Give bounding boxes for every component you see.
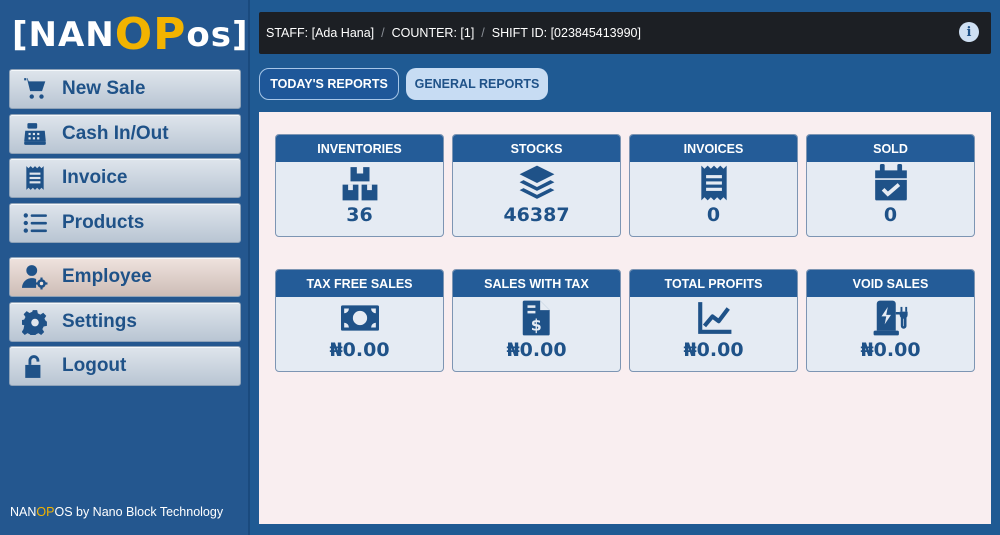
reports-panel: INVENTORIES 36 STOCKS 46387 INVOICES 0 S… bbox=[259, 112, 991, 524]
card-title: INVOICES bbox=[630, 135, 797, 162]
card-title: TOTAL PROFITS bbox=[630, 270, 797, 297]
card-title: SOLD bbox=[807, 135, 974, 162]
receipt-icon bbox=[630, 162, 797, 204]
card-title: INVENTORIES bbox=[276, 135, 443, 162]
cash-in-out-button[interactable]: Cash In/Out bbox=[9, 114, 241, 154]
employee-label: Employee bbox=[62, 266, 152, 287]
employee-button[interactable]: Employee bbox=[9, 257, 241, 297]
card-sold: SOLD 0 bbox=[806, 134, 975, 237]
card-title: VOID SALES bbox=[807, 270, 974, 297]
list-icon bbox=[20, 208, 50, 238]
user-gear-icon bbox=[20, 262, 50, 292]
card-tax-free-sales: TAX FREE SALES ₦0.00 bbox=[275, 269, 444, 372]
products-label: Products bbox=[62, 212, 145, 233]
card-value: 0 bbox=[883, 204, 898, 226]
settings-label: Settings bbox=[62, 311, 137, 332]
card-value: 0 bbox=[706, 204, 721, 226]
unlock-icon bbox=[20, 351, 50, 381]
products-button[interactable]: Products bbox=[9, 203, 241, 243]
svg-text:$: $ bbox=[530, 316, 541, 335]
info-icon[interactable]: i bbox=[959, 22, 979, 42]
logout-label: Logout bbox=[62, 355, 127, 376]
layers-icon bbox=[453, 162, 620, 204]
card-title: TAX FREE SALES bbox=[276, 270, 443, 297]
card-stocks: STOCKS 46387 bbox=[452, 134, 621, 237]
card-value: ₦0.00 bbox=[329, 339, 390, 361]
file-invoice-dollar-icon: $ bbox=[453, 297, 620, 339]
chart-line-icon bbox=[630, 297, 797, 339]
session-bar: STAFF: [Ada Hana] / COUNTER: [1] / SHIFT… bbox=[259, 12, 991, 54]
tab-general-reports[interactable]: GENERAL REPORTS bbox=[406, 68, 548, 100]
new-sale-label: New Sale bbox=[62, 78, 146, 99]
card-value: ₦0.00 bbox=[860, 339, 921, 361]
separator: / bbox=[381, 26, 385, 40]
invoice-label: Invoice bbox=[62, 167, 128, 188]
sidebar: [NAN OP os] New Sale Cash In/Out Invoice P… bbox=[0, 0, 250, 535]
card-void-sales: VOID SALES ₦0.00 bbox=[806, 269, 975, 372]
card-sales-with-tax: SALES WITH TAX $ ₦0.00 bbox=[452, 269, 621, 372]
app-logo: [NAN OP os] bbox=[12, 9, 249, 60]
footer-credit: NANOPOS by Nano Block Technology bbox=[10, 505, 224, 519]
card-invoices: INVOICES 0 bbox=[629, 134, 798, 237]
shift-id-label: SHIFT ID: [023845413990] bbox=[491, 26, 641, 40]
separator: / bbox=[481, 26, 485, 40]
boxes-icon bbox=[276, 162, 443, 204]
card-title: STOCKS bbox=[453, 135, 620, 162]
new-sale-button[interactable]: New Sale bbox=[9, 69, 241, 109]
staff-label: STAFF: [Ada Hana] bbox=[266, 26, 375, 40]
card-inventories: INVENTORIES 36 bbox=[275, 134, 444, 237]
cash-register-icon bbox=[20, 119, 50, 149]
counter-label: COUNTER: [1] bbox=[391, 26, 475, 40]
calendar-check-icon bbox=[807, 162, 974, 204]
logout-button[interactable]: Logout bbox=[9, 346, 241, 386]
card-title: SALES WITH TAX bbox=[453, 270, 620, 297]
settings-button[interactable]: Settings bbox=[9, 302, 241, 342]
invoice-button[interactable]: Invoice bbox=[9, 158, 241, 198]
card-value: ₦0.00 bbox=[683, 339, 744, 361]
cart-icon bbox=[20, 74, 50, 104]
charging-station-icon bbox=[807, 297, 974, 339]
gear-icon bbox=[20, 307, 50, 337]
card-value: ₦0.00 bbox=[506, 339, 567, 361]
card-total-profits: TOTAL PROFITS ₦0.00 bbox=[629, 269, 798, 372]
cash-in-out-label: Cash In/Out bbox=[62, 123, 169, 144]
card-value: 36 bbox=[346, 204, 373, 226]
money-bill-icon bbox=[276, 297, 443, 339]
receipt-icon bbox=[20, 163, 50, 193]
tab-todays-reports[interactable]: TODAY'S REPORTS bbox=[259, 68, 399, 100]
card-value: 46387 bbox=[503, 204, 570, 226]
